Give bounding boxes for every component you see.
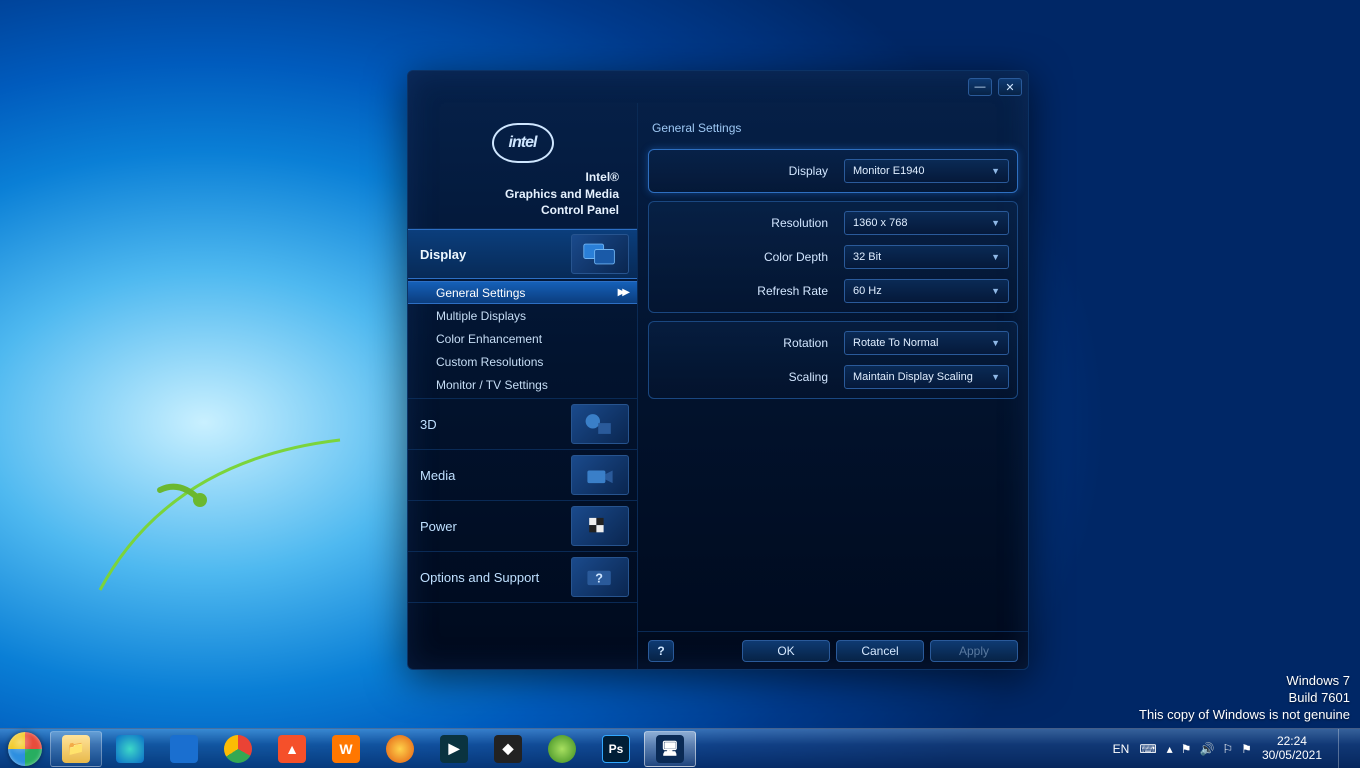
chevron-down-icon: ▼ — [991, 372, 1000, 382]
folder-icon: 📁 — [62, 735, 90, 763]
context-help-button[interactable]: ? — [648, 640, 674, 662]
chevron-down-icon: ▼ — [991, 218, 1000, 228]
button-bar: ? OK Cancel Apply — [638, 631, 1028, 669]
start-button[interactable] — [4, 729, 46, 768]
sidebar: intel Intel® Graphics and Media Control … — [408, 103, 638, 669]
display-label: Display — [657, 164, 834, 178]
nav-multiple-displays[interactable]: Multiple Displays — [408, 304, 637, 327]
resolution-dropdown[interactable]: 1360 x 768 ▼ — [844, 211, 1009, 235]
firefox-icon — [386, 735, 414, 763]
nav-general-settings[interactable]: General Settings ▶▶ — [408, 281, 637, 304]
resolution-group: Resolution 1360 x 768 ▼ Color Depth 32 B… — [648, 201, 1018, 313]
rotation-label: Rotation — [657, 336, 834, 350]
flag-notify-icon[interactable]: ⚑ — [1241, 742, 1252, 756]
taskbar-brave[interactable]: ▲ — [266, 731, 318, 767]
wattpad-icon: W — [332, 735, 360, 763]
taskbar-intel-graphics[interactable]: 🖥 — [644, 731, 696, 767]
taskbar-chrome[interactable] — [212, 731, 264, 767]
taskbar-firefox[interactable] — [374, 731, 426, 767]
nav-media[interactable]: Media — [408, 450, 637, 500]
svg-text:?: ? — [595, 571, 603, 585]
taskbar-filmora[interactable]: ▶ — [428, 731, 480, 767]
color-depth-label: Color Depth — [657, 250, 834, 264]
balloon-icon — [548, 735, 576, 763]
refresh-rate-dropdown[interactable]: 60 Hz ▼ — [844, 279, 1009, 303]
language-indicator[interactable]: EN — [1113, 742, 1130, 756]
color-depth-dropdown[interactable]: 32 Bit ▼ — [844, 245, 1009, 269]
photoshop-icon: Ps — [602, 735, 630, 763]
inkscape-icon: ◆ — [494, 735, 522, 763]
chevron-down-icon: ▼ — [991, 252, 1000, 262]
taskbar-corel[interactable] — [536, 731, 588, 767]
nav-display-submenu: General Settings ▶▶ Multiple Displays Co… — [408, 279, 637, 398]
scaling-label: Scaling — [657, 370, 834, 384]
resolution-label: Resolution — [657, 216, 834, 230]
taskbar-edge[interactable] — [104, 731, 156, 767]
chevron-down-icon: ▼ — [991, 166, 1000, 176]
minimize-button[interactable]: — — [968, 78, 992, 96]
ok-button[interactable]: OK — [742, 640, 830, 662]
chrome-icon — [224, 735, 252, 763]
close-button[interactable]: ✕ — [998, 78, 1022, 96]
intel-logo: intel — [492, 123, 554, 163]
taskbar-items: 📁 ▲ W ▶ ◆ Ps 🖥 — [50, 731, 696, 767]
nav-display-label: Display — [420, 247, 466, 262]
filmora-icon: ▶ — [440, 735, 468, 763]
camera-icon — [571, 455, 629, 495]
blue-square-icon — [170, 735, 198, 763]
display-group: Display Monitor E1940 ▼ — [648, 149, 1018, 193]
arrow-right-icon: ▶▶ — [618, 287, 627, 298]
nav-color-enhancement[interactable]: Color Enhancement — [408, 327, 637, 350]
display-dropdown[interactable]: Monitor E1940 ▼ — [844, 159, 1009, 183]
help-icon: ? — [571, 557, 629, 597]
show-desktop-button[interactable] — [1338, 729, 1350, 768]
desktop-decoration — [90, 420, 350, 600]
flag-icon — [571, 506, 629, 546]
intel-graphics-icon: 🖥 — [656, 735, 684, 763]
shapes-icon — [571, 404, 629, 444]
taskbar-wattpad[interactable]: W — [320, 731, 372, 767]
taskbar-photoshop[interactable]: Ps — [590, 731, 642, 767]
windows-logo-icon — [8, 732, 42, 766]
scaling-dropdown[interactable]: Maintain Display Scaling ▼ — [844, 365, 1009, 389]
nav-3d[interactable]: 3D — [408, 399, 637, 449]
intel-graphics-window: — ✕ intel Intel® Graphics and Media Cont… — [407, 70, 1029, 670]
taskbar: 📁 ▲ W ▶ ◆ Ps 🖥 EN ⌨ ▴ ⚑ 🔊 ⚐ ⚑ 22:24 30/0… — [0, 728, 1360, 768]
brave-icon: ▲ — [278, 735, 306, 763]
window-titlebar: — ✕ — [408, 71, 1028, 103]
minimize-icon: — — [975, 81, 986, 93]
apply-button[interactable]: Apply — [930, 640, 1018, 662]
app-title: Intel® Graphics and Media Control Panel — [505, 169, 637, 218]
rotation-group: Rotation Rotate To Normal ▼ Scaling Main… — [648, 321, 1018, 399]
volume-icon[interactable]: 🔊 — [1199, 742, 1214, 756]
content-pane: General Settings Display Monitor E1940 ▼… — [638, 103, 1028, 669]
nav-custom-resolutions[interactable]: Custom Resolutions — [408, 350, 637, 373]
taskbar-app-blue[interactable] — [158, 731, 210, 767]
system-tray: EN ⌨ ▴ ⚑ 🔊 ⚐ ⚑ 22:24 30/05/2021 — [1113, 729, 1356, 768]
taskbar-clock[interactable]: 22:24 30/05/2021 — [1262, 735, 1322, 763]
nav-power[interactable]: Power — [408, 501, 637, 551]
close-icon: ✕ — [1005, 81, 1014, 94]
desktop-watermark: Windows 7 Build 7601 This copy of Window… — [1139, 673, 1350, 724]
action-center-icon[interactable]: ⚐ — [1222, 742, 1233, 756]
rotation-dropdown[interactable]: Rotate To Normal ▼ — [844, 331, 1009, 355]
tray-overflow-button[interactable]: ▴ — [1167, 742, 1173, 756]
nav-display[interactable]: Display — [408, 229, 637, 279]
keyboard-icon[interactable]: ⌨ — [1139, 742, 1156, 756]
taskbar-explorer[interactable]: 📁 — [50, 731, 102, 767]
cancel-button[interactable]: Cancel — [836, 640, 924, 662]
nav-monitor-tv-settings[interactable]: Monitor / TV Settings — [408, 373, 637, 396]
refresh-rate-label: Refresh Rate — [657, 284, 834, 298]
network-icon[interactable]: ⚑ — [1181, 742, 1192, 756]
section-title: General Settings — [638, 103, 1028, 145]
edge-icon — [116, 735, 144, 763]
nav-options-support[interactable]: Options and Support ? — [408, 552, 637, 602]
chevron-down-icon: ▼ — [991, 286, 1000, 296]
taskbar-inkscape[interactable]: ◆ — [482, 731, 534, 767]
chevron-down-icon: ▼ — [991, 338, 1000, 348]
monitor-icon — [571, 234, 629, 274]
logo-area: intel Intel® Graphics and Media Control … — [408, 103, 637, 228]
